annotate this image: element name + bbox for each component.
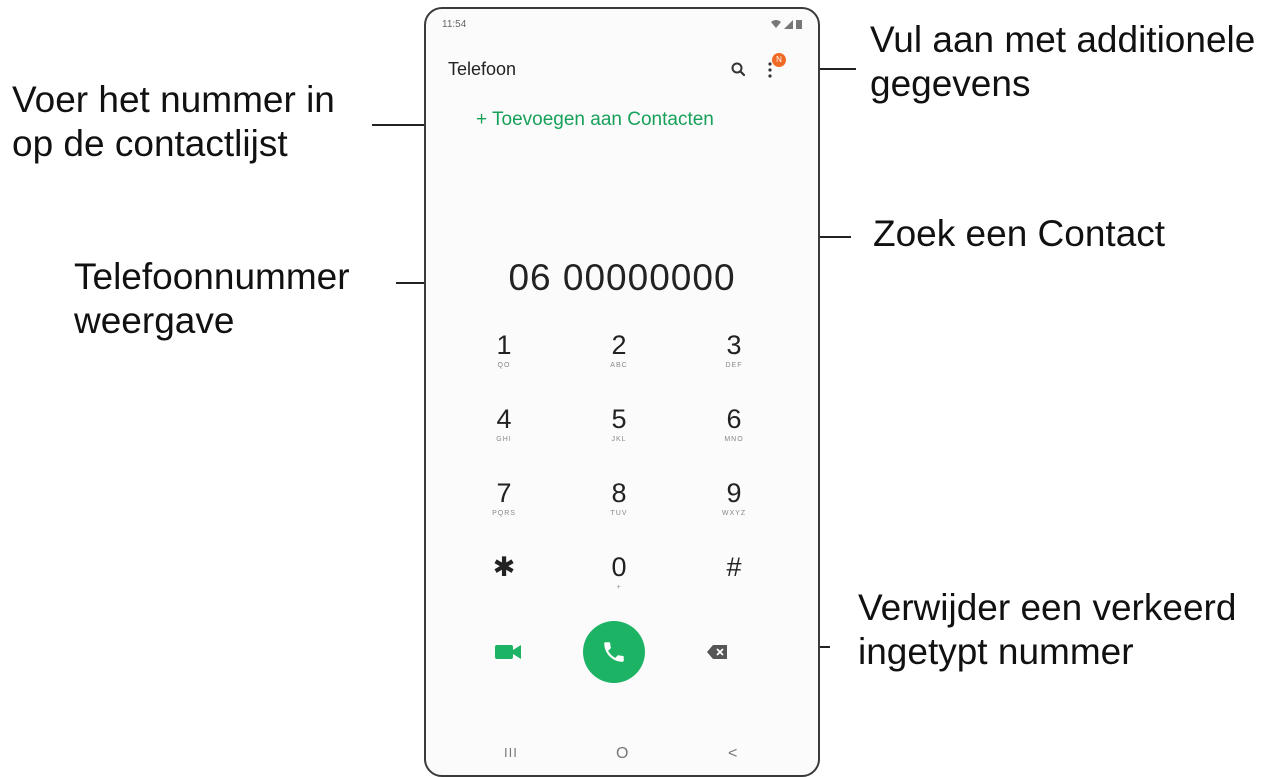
key-digit: 2 <box>611 330 627 360</box>
callout-number-display: Telefoonnummer weergave <box>74 256 350 341</box>
key-digit: 3 <box>726 330 742 360</box>
key-letters: GHI <box>496 436 512 443</box>
key-6[interactable]: 6 MNO <box>694 403 774 473</box>
status-icons <box>771 19 802 29</box>
app-bar: Telefoon N <box>448 53 796 85</box>
phone-number-display[interactable]: 06 00000000 <box>426 257 818 299</box>
key-letters: ABC <box>610 362 628 369</box>
status-bar: 11:54 <box>442 19 802 33</box>
key-digit: 6 <box>726 404 742 434</box>
key-2[interactable]: 2 ABC <box>579 329 659 399</box>
backspace-icon[interactable] <box>706 644 728 660</box>
nav-recents-button[interactable]: III <box>504 745 518 760</box>
key-8[interactable]: 8 TUV <box>579 477 659 547</box>
navigation-bar: III O < <box>426 735 818 775</box>
key-5[interactable]: 5 JKL <box>579 403 659 473</box>
battery-icon <box>796 20 802 29</box>
key-letters: JKL <box>611 436 627 443</box>
key-digit: 8 <box>611 478 627 508</box>
key-3[interactable]: 3 DEF <box>694 329 774 399</box>
wifi-icon <box>771 19 781 28</box>
dialer-actions <box>426 621 818 683</box>
key-letters: TUV <box>610 510 628 517</box>
key-letters: WXYZ <box>721 510 747 517</box>
key-hash[interactable]: # <box>694 551 774 621</box>
key-digit: 0 <box>611 552 627 582</box>
notification-badge: N <box>772 53 786 67</box>
key-digit: 4 <box>496 404 512 434</box>
search-icon[interactable] <box>730 61 748 79</box>
key-7[interactable]: 7 PQRS <box>464 477 544 547</box>
video-call-icon[interactable] <box>494 643 522 661</box>
add-to-contacts-link[interactable]: + Toevoegen aan Contacten <box>476 109 714 131</box>
call-button[interactable] <box>583 621 645 683</box>
key-letters: DEF <box>725 362 743 369</box>
callout-search: Zoek een Contact <box>873 213 1166 254</box>
phone-frame: 11:54 Telefoon N + Toevoegen aan Contact… <box>424 7 820 777</box>
callout-add-contact: Voer het nummer in op de contactlijst <box>12 79 335 164</box>
key-0[interactable]: 0 + <box>579 551 659 621</box>
key-digit: 7 <box>496 478 512 508</box>
key-digit: 1 <box>496 330 512 360</box>
app-title: Telefoon <box>448 59 517 79</box>
key-digit: 5 <box>611 404 627 434</box>
nav-back-button[interactable]: < <box>728 745 737 763</box>
key-digit: 9 <box>726 478 742 508</box>
key-letters: PQRS <box>492 510 516 517</box>
signal-icon <box>784 19 793 29</box>
nav-home-button[interactable]: O <box>616 745 628 763</box>
key-digit: ✱ <box>492 552 516 582</box>
key-letters: QO <box>497 362 511 369</box>
callout-backspace: Verwijder een verkeerd ingetypt nummer <box>858 587 1237 672</box>
key-letters: + <box>616 584 622 591</box>
phone-icon <box>604 642 624 662</box>
key-digit: # <box>726 552 742 582</box>
callout-more-options: Vul aan met additionele gegevens <box>870 19 1256 104</box>
key-4[interactable]: 4 GHI <box>464 403 544 473</box>
status-time: 11:54 <box>442 19 467 30</box>
key-1[interactable]: 1 QO <box>464 329 544 399</box>
key-star[interactable]: ✱ <box>464 551 544 621</box>
key-letters: MNO <box>724 436 744 443</box>
key-9[interactable]: 9 WXYZ <box>694 477 774 547</box>
